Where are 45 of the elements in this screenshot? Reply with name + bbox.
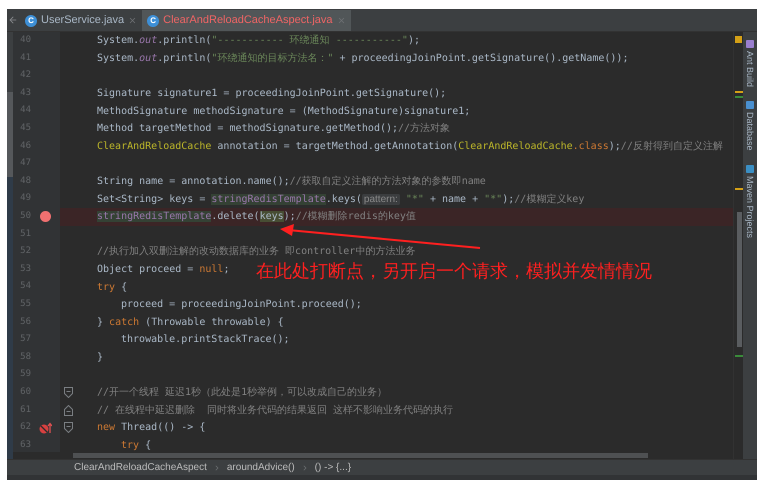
code-line: ClearAndReloadCache annotation = targetMethod.getAnnotation(ClearAndReloadCache.class);//反射得到自定义注解 [97, 140, 723, 154]
ant-icon [746, 40, 754, 48]
code-line: try { [97, 280, 128, 295]
editor-tab[interactable]: C ClearAndReloadCacheAspect.java [142, 10, 351, 31]
breadcrumb[interactable]: aroundAdvice() [226, 460, 295, 475]
fold-icon[interactable] [64, 404, 72, 416]
code-line: Method targetMethod = methodSignature.getMethod();//方法对象 [97, 122, 450, 136]
tool-window-button[interactable]: Database [743, 101, 757, 151]
maven-icon [746, 164, 754, 173]
code-line: throwable.printStackTrace(); [121, 333, 290, 348]
class-icon: C [25, 14, 37, 26]
code-line: Object proceed = null; [97, 263, 230, 278]
code-line: Set<String> keys = stringRedisTemplate.keys( pattern: "*" + name + "*");//模糊定义key [97, 192, 584, 207]
code-line: //执行加入双删注解的改动数据库的业务 即controller中的方法业务 [97, 244, 416, 260]
code-line: //开一个线程 延迟1秒（此处是1秒举例，可以改成自己的业务） [97, 386, 388, 400]
horizontal-scrollbar[interactable] [73, 453, 648, 458]
breakpoint-icon[interactable] [40, 211, 51, 222]
fold-icon[interactable] [64, 387, 72, 398]
breadcrumb[interactable]: () -> {...} [314, 460, 352, 475]
code-line: Signature signature1 = proceedingJoinPoint.getSignature(); [97, 87, 446, 102]
change-stripe-mark [735, 355, 743, 357]
code-line: stringRedisTemplate.delete(keys);//模糊删除redis的key值 [97, 210, 416, 224]
tool-window-button[interactable]: Maven Projects [743, 164, 757, 238]
code-line: MethodSignature methodSignature = (MethodSignature)signature1; [97, 104, 470, 119]
breakpoint-arrow-icon[interactable] [39, 422, 52, 434]
vertical-scrollbar[interactable] [737, 212, 742, 347]
code-line: proceed = proceedingJoinPoint.proceed(); [121, 298, 362, 312]
warning-stripe-mark [735, 36, 742, 43]
breadcrumb[interactable]: ClearAndReloadCacheAspect [74, 460, 207, 475]
code-line: String name = annotation.name();//获取自定义注解的方法对象的参数即name [97, 174, 486, 190]
fold-icon[interactable] [64, 422, 72, 434]
close-icon[interactable] [128, 16, 138, 25]
code-line: new Thread(() -> { [97, 421, 206, 436]
code-line: } [97, 350, 104, 365]
annotation-text: 在此处打断点，另开启一个请求，模拟并发情情况 [256, 260, 652, 283]
code-line: } catch (Throwable throwable) { [97, 316, 284, 330]
change-stripe-mark [735, 188, 743, 190]
code-line: // 在线程中延迟删除 同时将业务代码的结果返回 这样不影响业务代码的执行 [97, 404, 454, 418]
code-line: System.out.println("----------- 环绕通知 -----------"); [97, 34, 420, 48]
tool-window-button[interactable]: Ant Build [743, 40, 757, 88]
class-icon: C [147, 14, 160, 26]
back-arrow-icon[interactable] [8, 15, 18, 25]
database-icon [746, 101, 754, 110]
code-line: try { [121, 438, 152, 452]
code-line: System.out.println("环绕通知的目标方法名：" + proceedingJoinPoint.getSignature().getName()); [97, 52, 628, 66]
